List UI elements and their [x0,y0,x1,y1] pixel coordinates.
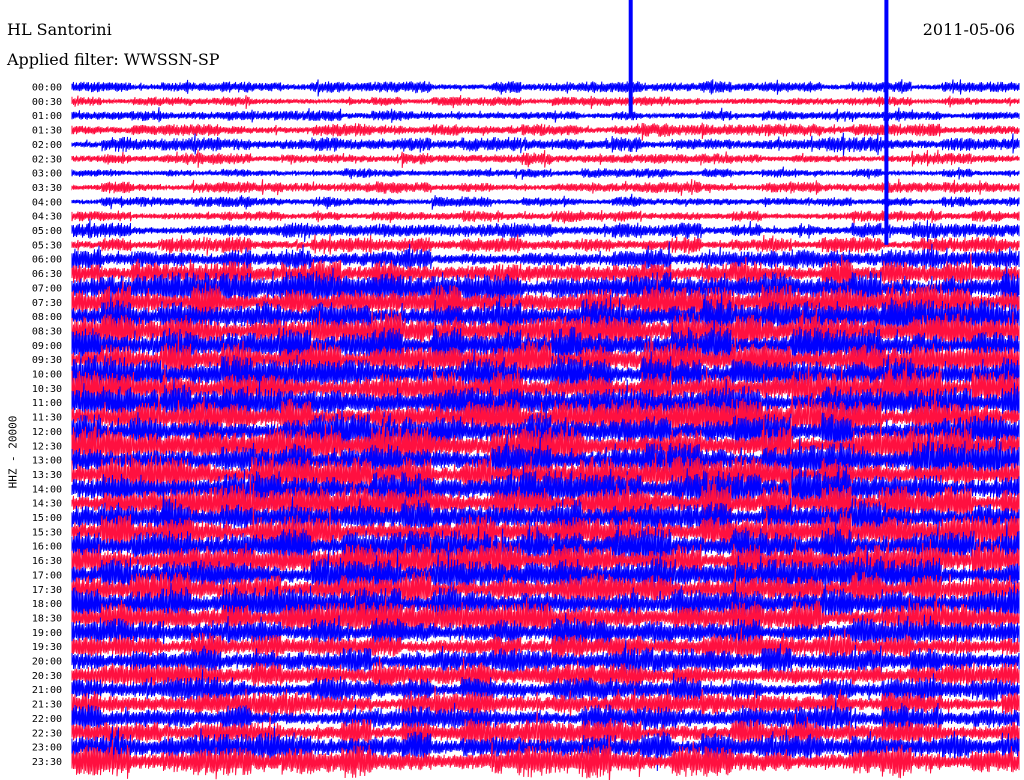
time-tick-label: 07:30 [32,298,62,309]
time-tick-label: 18:30 [32,613,62,624]
time-tick-label: 04:00 [32,197,62,208]
helicorder-plot: 00:00 00:30 01:00 01:30 02:00 02:30 03:00 03:30… [32,0,1020,780]
time-tick-label: 00:00 [32,83,62,94]
time-tick-label: 18:00 [32,599,62,610]
time-tick-label: 02:00 [32,140,62,151]
trace-row-0300 [71,166,1020,180]
trace-row-0330 [71,178,1020,196]
time-tick-label: 05:30 [32,240,62,251]
time-tick-label: 20:00 [32,657,62,668]
time-tick-label: 15:00 [32,513,62,524]
trace-row-0200 [71,132,1020,157]
time-tick-label: 21:00 [32,685,62,696]
time-tick-label: 01:00 [32,111,62,122]
time-tick-label: 22:30 [32,728,62,739]
time-tick-label: 22:00 [32,714,62,725]
time-tick-label: 09:30 [32,355,62,366]
trace-row-0000 [71,79,1020,97]
trace-row-0400 [71,193,1020,210]
trace-row-0130 [71,122,1020,141]
time-tick-label: 16:00 [32,542,62,553]
event-spike-1 [628,0,633,116]
time-tick-label: 20:30 [32,671,62,682]
trace-row-0430 [71,208,1020,225]
time-tick-label: 14:00 [32,484,62,495]
time-tick-label: 23:00 [32,743,62,754]
time-tick-label: 17:30 [32,585,62,596]
trace-row-0530 [71,234,1020,256]
time-tick-label: 13:30 [32,470,62,481]
time-tick-label: 12:30 [32,441,62,452]
time-tick-label: 10:30 [32,384,62,395]
event-spike-2 [884,0,889,245]
time-tick-label: 17:00 [32,570,62,581]
time-tick-label: 12:00 [32,427,62,438]
time-tick-label: 06:30 [32,269,62,280]
time-tick-label: 15:30 [32,527,62,538]
time-tick-label: 03:00 [32,169,62,180]
time-tick-label: 08:30 [32,326,62,337]
time-tick-label: 07:00 [32,283,62,294]
time-tick-label: 16:30 [32,556,62,567]
time-tick-label: 02:30 [32,154,62,165]
trace-layer [71,0,1020,780]
time-tick-label: 19:00 [32,628,62,639]
time-tick-label: 14:30 [32,499,62,510]
time-tick-label: 01:30 [32,126,62,137]
time-tick-label: 04:30 [32,212,62,223]
time-tick-label: 06:00 [32,255,62,266]
time-tick-label: 09:00 [32,341,62,352]
trace-row-0030 [71,95,1020,109]
trace-row-0100 [71,107,1020,123]
time-tick-label: 10:00 [32,370,62,381]
time-tick-label: 19:30 [32,642,62,653]
time-tick-layer: 00:00 00:30 01:00 01:30 02:00 02:30 03:00 03:30… [32,83,62,768]
trace-row-0500 [71,218,1020,243]
time-tick-label: 11:30 [32,413,62,424]
time-tick-label: 21:30 [32,700,62,711]
time-tick-label: 11:00 [32,398,62,409]
trace-row-0230 [71,149,1020,168]
time-tick-label: 00:30 [32,97,62,108]
time-tick-label: 23:30 [32,757,62,768]
time-tick-label: 03:30 [32,183,62,194]
time-tick-label: 13:00 [32,456,62,467]
time-tick-label: 05:00 [32,226,62,237]
time-tick-label: 08:00 [32,312,62,323]
